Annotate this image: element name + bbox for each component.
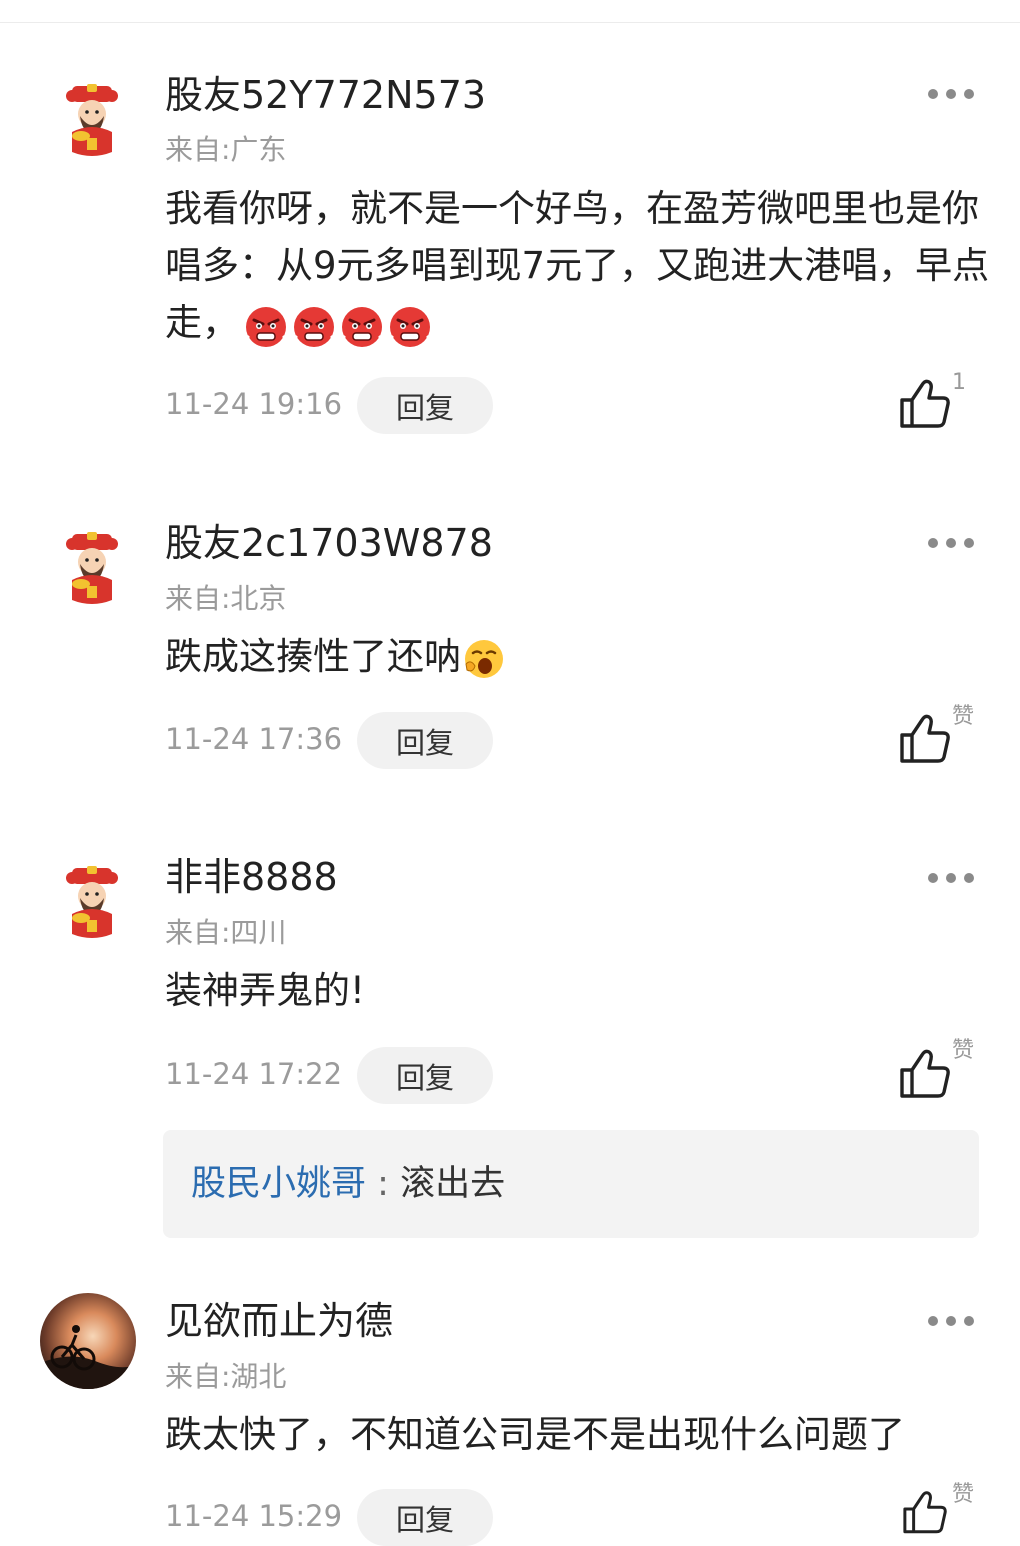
comment-text: 装神弄鬼的! — [165, 962, 990, 1019]
sub-reply-line: 股民小姚哥 : 滚出去 — [191, 1164, 505, 1204]
location-label: 来自:湖北 — [165, 1360, 287, 1393]
username[interactable]: 见欲而止为德 — [165, 1302, 393, 1340]
comment-text-body: 跌成这揍性了还呐 — [165, 635, 461, 678]
reply-button[interactable]: 回复 — [357, 1047, 493, 1104]
reply-button[interactable]: 回复 — [357, 712, 493, 769]
location-label: 来自:四川 — [165, 916, 287, 949]
comment-text-body: 装神弄鬼的! — [165, 969, 365, 1012]
username[interactable]: 股友52Y772N573 — [165, 76, 486, 114]
comment-text-body: 跌太快了，不知道公司是不是出现什么问题了 — [165, 1413, 905, 1456]
emoji-group — [239, 296, 431, 353]
sub-reply-text: 滚出去 — [400, 1164, 506, 1204]
username[interactable]: 股友2c1703W878 — [165, 524, 493, 562]
timestamp: 11-24 17:22 — [165, 1057, 343, 1091]
more-dots-icon[interactable] — [925, 86, 977, 102]
like-label[interactable]: 赞 — [952, 1484, 974, 1506]
yawning-face-emoji — [463, 638, 505, 680]
angry-face-emoji — [293, 306, 335, 348]
thumbs-up-icon[interactable] — [897, 711, 953, 767]
thumbs-up-icon[interactable] — [897, 1488, 953, 1537]
top-divider — [0, 0, 1020, 23]
reply-button[interactable]: 回复 — [357, 1489, 493, 1546]
comment-text: 跌太快了，不知道公司是不是出现什么问题了 — [165, 1406, 990, 1463]
like-label[interactable]: 赞 — [952, 1040, 974, 1062]
thumbs-up-icon[interactable] — [897, 376, 953, 432]
avatar[interactable] — [40, 1293, 136, 1389]
reply-button[interactable]: 回复 — [357, 377, 493, 434]
location-label: 来自:广东 — [165, 133, 287, 166]
thumbs-up-icon[interactable] — [897, 1046, 953, 1102]
like-label[interactable]: 赞 — [952, 706, 974, 728]
angry-face-emoji — [389, 306, 431, 348]
more-dots-icon[interactable] — [925, 1313, 977, 1329]
avatar[interactable] — [50, 858, 134, 942]
timestamp: 11-24 15:29 — [165, 1499, 343, 1533]
avatar[interactable] — [50, 76, 134, 160]
timestamp: 11-24 17:36 — [165, 722, 343, 756]
comment-text: 我看你呀，就不是一个好鸟，在盈芳微吧里也是你唱多：从9元多唱到现7元了，又跑进大… — [165, 180, 990, 353]
angry-face-emoji — [245, 306, 287, 348]
timestamp: 11-24 19:16 — [165, 387, 343, 421]
sub-reply-separator: : — [366, 1164, 401, 1204]
more-dots-icon[interactable] — [925, 870, 977, 886]
sub-reply-author[interactable]: 股民小姚哥 — [191, 1164, 366, 1204]
angry-face-emoji — [341, 306, 383, 348]
username[interactable]: 非非8888 — [165, 858, 338, 896]
sub-reply-box[interactable]: 股民小姚哥 : 滚出去 — [163, 1130, 979, 1238]
more-dots-icon[interactable] — [925, 535, 977, 551]
avatar[interactable] — [50, 524, 134, 608]
comment-text: 跌成这揍性了还呐 — [165, 628, 990, 685]
location-label: 来自:北京 — [165, 582, 287, 615]
like-count: 1 — [952, 370, 966, 395]
